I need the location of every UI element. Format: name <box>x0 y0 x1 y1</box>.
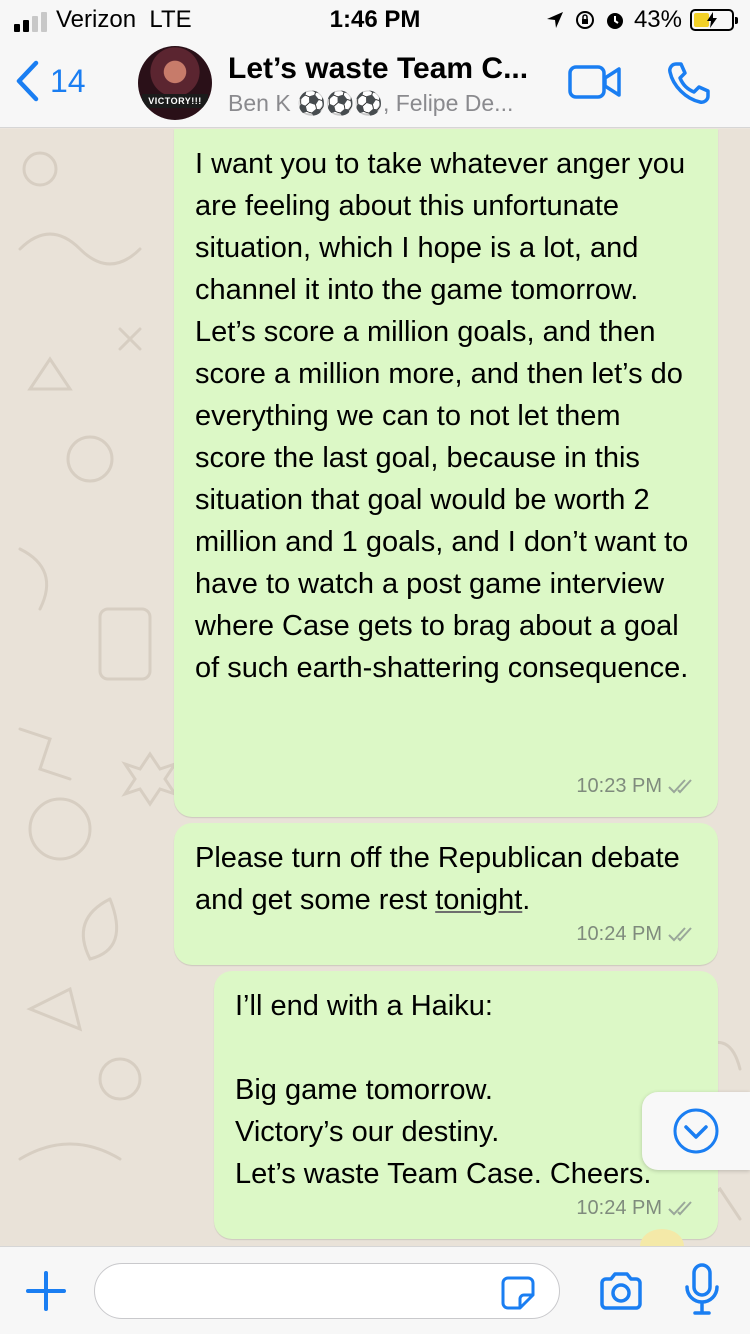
message-time-1: 10:23 PM <box>576 775 662 797</box>
microphone-button[interactable] <box>684 1263 720 1324</box>
message-meta-3: 10:24 PM <box>576 1187 696 1229</box>
back-button[interactable]: 14 <box>14 60 86 102</box>
message-text-2: Please turn off the Republican debate an… <box>195 842 680 916</box>
video-camera-icon <box>568 65 621 99</box>
avatar-banner-text: VICTORY!!! <box>142 94 208 108</box>
detected-date-link[interactable]: tonight <box>435 884 522 916</box>
message-text-1: I want you to take whatever anger you ar… <box>195 148 689 684</box>
camera-icon <box>600 1272 642 1310</box>
message-text-3: I’ll end with a Haiku: Big game tomorrow… <box>235 990 652 1190</box>
sticker-icon <box>501 1276 535 1310</box>
double-check-icon <box>668 927 692 942</box>
message-meta-2: 10:24 PM <box>576 913 696 955</box>
orientation-lock-icon <box>575 11 594 29</box>
message-bubble-2[interactable]: Please turn off the Republican debate an… <box>174 823 718 965</box>
sticker-button[interactable] <box>500 1275 536 1316</box>
voice-call-button[interactable] <box>666 60 712 111</box>
chevron-down-circle-icon <box>673 1108 719 1154</box>
location-arrow-icon <box>546 12 563 28</box>
phone-icon <box>668 62 710 104</box>
chat-title[interactable]: Let’s waste Team C... <box>228 52 558 86</box>
charging-bolt-icon <box>707 12 717 28</box>
group-avatar[interactable]: VICTORY!!! <box>138 46 212 120</box>
alarm-icon <box>606 13 623 29</box>
message-list[interactable]: I want you to take whatever anger you ar… <box>0 129 750 1246</box>
composer-bar <box>0 1246 750 1334</box>
video-call-button[interactable] <box>568 64 622 105</box>
unread-count: 14 <box>50 62 86 99</box>
message-time-3: 10:24 PM <box>576 1197 662 1219</box>
double-check-icon <box>668 779 692 794</box>
message-input[interactable] <box>94 1263 560 1319</box>
message-time-2: 10:24 PM <box>576 923 662 945</box>
status-right: 43% <box>544 6 738 34</box>
double-check-icon <box>668 1201 692 1216</box>
plus-icon <box>26 1271 66 1311</box>
message-bubble-1[interactable]: I want you to take whatever anger you ar… <box>174 129 718 817</box>
chevron-left-icon <box>16 60 39 102</box>
chat-participants[interactable]: Ben K ⚽⚽⚽, Felipe De... <box>228 90 558 117</box>
status-bar: Verizon LTE 1:46 PM 43% <box>0 0 750 40</box>
scroll-to-bottom-button[interactable] <box>642 1092 750 1170</box>
battery-percent: 43% <box>633 6 682 33</box>
chat-header: 14 VICTORY!!! Let’s waste Team C... Ben … <box>0 40 750 128</box>
attach-button[interactable] <box>24 1269 68 1318</box>
microphone-icon <box>685 1263 719 1315</box>
camera-button[interactable] <box>598 1271 644 1316</box>
message-meta-1: 10:23 PM <box>576 765 696 807</box>
battery-icon <box>690 9 738 31</box>
